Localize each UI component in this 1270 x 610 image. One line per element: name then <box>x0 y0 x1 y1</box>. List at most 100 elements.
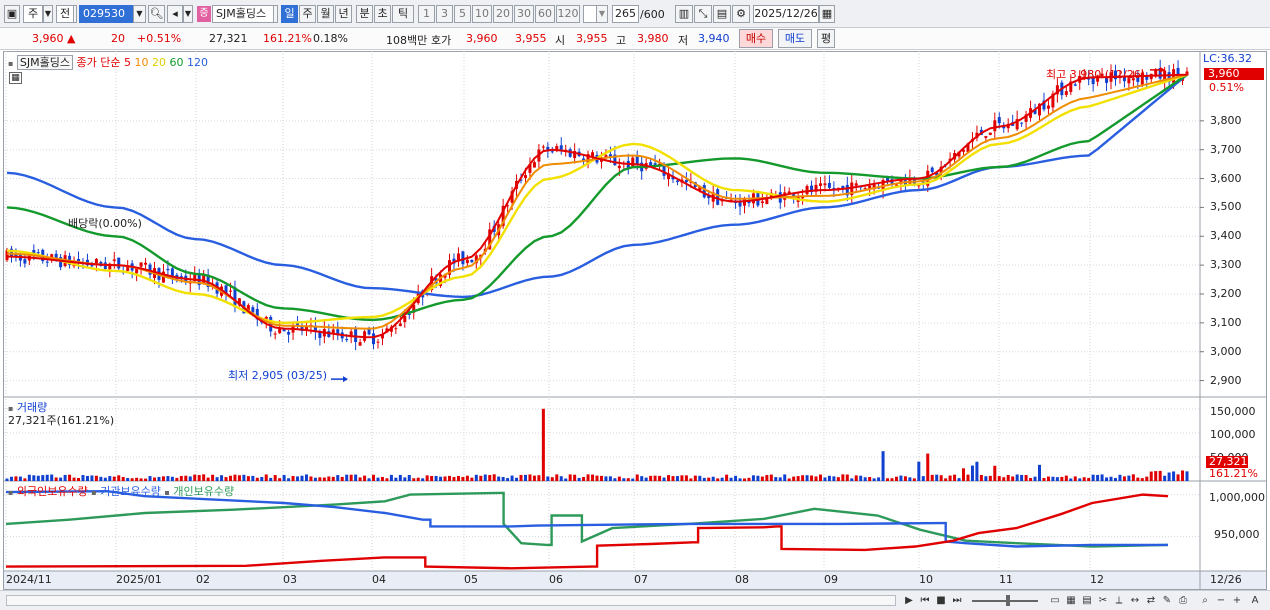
period-week-button[interactable]: 주 <box>299 5 316 23</box>
interval-10-button[interactable]: 10 <box>472 5 492 23</box>
volume-bar <box>622 478 626 481</box>
volume-bar <box>774 477 778 481</box>
window-icon[interactable]: ▣ <box>4 5 20 23</box>
period-tick-button[interactable]: 틱 <box>392 5 414 23</box>
period-select[interactable]: 주 <box>23 5 43 23</box>
stock-name-field[interactable]: SJM홀딩스 <box>212 5 274 23</box>
volume-bar <box>751 475 755 481</box>
volume-bar <box>130 478 134 481</box>
grid-toggle-icon[interactable]: ▦ <box>9 72 22 84</box>
speaker-chevron-icon[interactable]: ▼ <box>183 5 193 23</box>
tool3-icon[interactable]: ↔ <box>1128 593 1142 608</box>
volume-bar <box>211 474 215 481</box>
period-year-button[interactable]: 년 <box>335 5 352 23</box>
volume-bar <box>90 475 94 481</box>
period-day-button[interactable]: 일 <box>281 5 298 23</box>
volume-bar <box>626 478 630 481</box>
calendar-icon[interactable]: ▦ <box>819 5 835 23</box>
save-icon[interactable]: ▤ <box>713 5 731 23</box>
volume-bar <box>345 474 349 481</box>
volume-bar <box>640 476 644 481</box>
change-percent: +0.51% <box>137 32 182 45</box>
x-axis-label: 05 <box>464 573 478 586</box>
volume-bar <box>863 477 867 481</box>
zoom-slider[interactable] <box>972 600 1038 602</box>
stock-code-input[interactable]: 029530 <box>79 5 133 23</box>
sell-button[interactable]: 매도 <box>778 29 812 48</box>
grid-icon[interactable]: ▦ <box>1064 593 1078 608</box>
layout-icon[interactable]: ▭ <box>1048 593 1062 608</box>
volume-bar <box>564 478 568 481</box>
horizontal-scrollbar[interactable] <box>6 595 896 606</box>
table-icon[interactable]: ▤ <box>1080 593 1094 608</box>
tool1-icon[interactable]: ✂ <box>1096 593 1110 608</box>
prev-button-label: 전 <box>59 7 71 20</box>
volume-bar <box>260 476 264 481</box>
drawing-tool-icon[interactable]: ⤡ <box>694 5 712 23</box>
period-chevron-icon[interactable]: ▼ <box>43 5 53 23</box>
scroll-start-icon[interactable]: ⏮ <box>918 593 932 608</box>
zoom-in-icon[interactable]: + <box>1230 593 1244 608</box>
speaker-icon[interactable]: ◂ <box>167 5 183 23</box>
candle-body <box>930 167 934 173</box>
volume-bar <box>367 478 371 481</box>
volume-bar <box>45 474 49 481</box>
tool2-icon[interactable]: ⟂ <box>1112 593 1126 608</box>
volume-bar <box>658 475 662 481</box>
candle-body <box>318 332 322 338</box>
tool4-icon[interactable]: ⇄ <box>1144 593 1158 608</box>
period-month-button[interactable]: 월 <box>317 5 334 23</box>
interval-1-button[interactable]: 1 <box>418 5 435 23</box>
volume-bar <box>166 476 170 481</box>
interval-120-button[interactable]: 120 <box>556 5 580 23</box>
indicator-icon[interactable]: ▥ <box>675 5 693 23</box>
volume-bar <box>456 475 460 481</box>
price-tick-label: 3,100 <box>1210 315 1242 329</box>
search-icon[interactable]: 🔍︎ <box>148 5 165 23</box>
code-dropdown-icon[interactable]: ▼ <box>133 5 146 23</box>
interval-3-button[interactable]: 3 <box>436 5 453 23</box>
candle-body <box>117 257 121 269</box>
volume-bar <box>264 474 268 481</box>
volume-bar <box>202 474 206 481</box>
volume-bar <box>617 476 621 481</box>
zoom-search-icon[interactable]: ⌕ <box>1198 593 1212 608</box>
stock-chart[interactable] <box>0 51 1270 590</box>
print-icon[interactable]: ⎙ <box>1176 593 1190 608</box>
interval-20-button[interactable]: 20 <box>493 5 513 23</box>
zoom-out-icon[interactable]: − <box>1214 593 1228 608</box>
volume-bar <box>680 475 684 481</box>
prev-button[interactable]: 전 <box>56 5 74 23</box>
volume-bar <box>148 476 152 481</box>
volume-bar <box>948 475 952 481</box>
scroll-right-icon[interactable]: ▶ <box>902 593 916 608</box>
stop-icon[interactable]: ■ <box>934 593 948 608</box>
period-minute-button[interactable]: 분 <box>356 5 373 23</box>
volume-tick-100k: 100,000 <box>1210 428 1256 441</box>
interval-custom-chevron-icon[interactable]: ▼ <box>596 5 608 23</box>
eval-button[interactable]: 평 <box>817 29 835 48</box>
scroll-end-icon[interactable]: ⏭ <box>950 593 964 608</box>
interval-5-button[interactable]: 5 <box>454 5 471 23</box>
date-input[interactable]: 2025/12/26 <box>753 5 819 23</box>
volume-bar <box>193 474 197 481</box>
buy-button[interactable]: 매수 <box>739 29 773 48</box>
candle-body <box>988 132 992 135</box>
stock-name-chip[interactable]: SJM홀딩스 <box>16 55 73 70</box>
quote-bar: 3,960 ▲ 20 +0.51% 27,321 161.21% 0.18% 1… <box>0 28 1270 50</box>
tool5-icon[interactable]: ✎ <box>1160 593 1174 608</box>
period-second-button[interactable]: 초 <box>374 5 391 23</box>
settings-icon[interactable]: ⚙ <box>732 5 750 23</box>
volume-bar <box>747 477 751 481</box>
interval-30-button[interactable]: 30 <box>514 5 534 23</box>
volume-bar <box>528 474 532 481</box>
volume-bar <box>957 478 961 481</box>
zoom-slider-handle[interactable] <box>1006 595 1010 606</box>
interval-60-button[interactable]: 60 <box>535 5 555 23</box>
candle-body <box>818 183 822 186</box>
candle-body <box>1020 122 1024 124</box>
volume-bar <box>233 474 237 481</box>
volume-bar <box>881 451 885 481</box>
bar-count-input[interactable]: 265 <box>612 5 639 23</box>
font-size-icon[interactable]: A <box>1248 593 1262 608</box>
